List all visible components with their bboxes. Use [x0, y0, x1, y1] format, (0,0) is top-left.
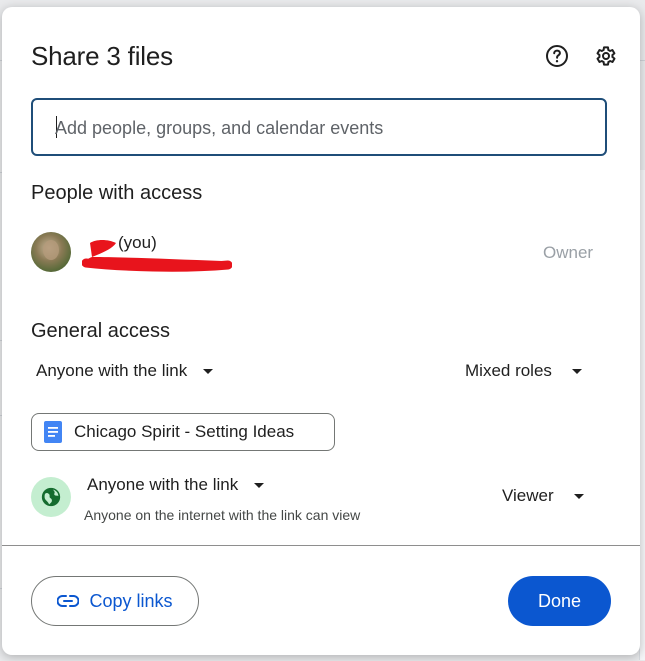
redacted-name-mark	[82, 240, 232, 272]
gear-icon[interactable]	[592, 43, 618, 69]
chevron-down-icon	[203, 368, 214, 374]
general-access-value: Anyone with the link	[36, 361, 188, 380]
chevron-down-icon	[571, 368, 582, 374]
done-label: Done	[537, 590, 582, 611]
docs-icon	[44, 421, 62, 443]
chevron-down-icon	[573, 493, 584, 499]
viewer-role-dropdown[interactable]: Viewer	[502, 486, 584, 506]
general-access-heading: General access	[31, 320, 170, 342]
add-people-input[interactable]	[55, 116, 575, 140]
avatar	[31, 232, 71, 272]
dialog-title: Share 3 files	[31, 41, 173, 71]
add-people-field[interactable]	[31, 98, 607, 156]
help-icon[interactable]	[544, 43, 570, 69]
user-you-label: (you)	[118, 233, 157, 252]
people-with-access-heading: People with access	[31, 182, 203, 204]
roles-dropdown[interactable]: Mixed roles	[465, 361, 582, 381]
link-access-dropdown[interactable]: Anyone with the link	[87, 475, 265, 495]
roles-value: Mixed roles	[465, 361, 552, 380]
owner-role-label: Owner	[543, 243, 594, 262]
globe-icon	[31, 477, 71, 517]
link-access-description: Anyone on the internet with the link can…	[84, 507, 361, 523]
copy-links-button[interactable]: Copy links	[31, 576, 199, 626]
viewer-role-value: Viewer	[502, 486, 554, 505]
file-chip-label: Chicago Spirit - Setting Ideas	[74, 422, 295, 441]
copy-links-label: Copy links	[89, 590, 173, 611]
chevron-down-icon	[254, 482, 265, 488]
footer-divider	[2, 545, 640, 546]
done-button[interactable]: Done	[508, 576, 611, 626]
link-icon	[57, 595, 80, 607]
file-chip[interactable]: Chicago Spirit - Setting Ideas	[31, 413, 335, 451]
general-access-dropdown[interactable]: Anyone with the link	[36, 361, 214, 381]
link-access-value: Anyone with the link	[87, 475, 239, 494]
share-dialog: Share 3 files People with access (you) O…	[2, 7, 640, 655]
